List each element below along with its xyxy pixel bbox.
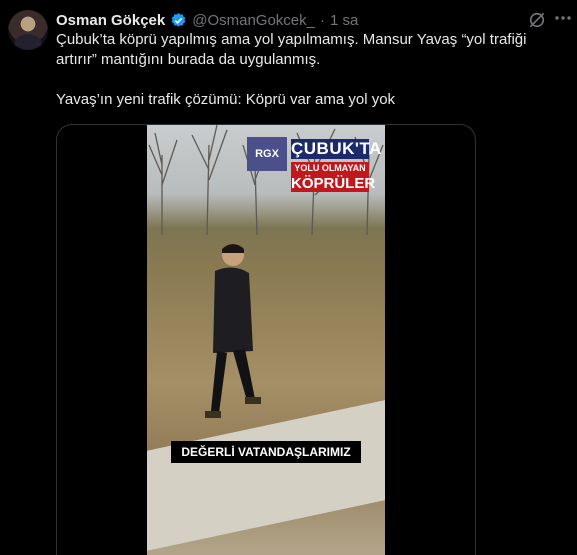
- tweet-text: Çubuk’ta köprü yapılmış ama yol yapılmam…: [56, 30, 556, 110]
- media-container[interactable]: RGX ÇUBUK'TA YOLU OLMAYAN KÖPRÜLER DEĞER…: [56, 124, 476, 555]
- author-name[interactable]: Osman Gökçek: [56, 12, 165, 29]
- tweet-timestamp[interactable]: 1 sa: [330, 12, 358, 29]
- video-headline: ÇUBUK'TA YOLU OLMAYAN KÖPRÜLER: [291, 139, 382, 201]
- tweet-header: Osman Gökçek @OsmanGokcek_ · 1 sa: [56, 10, 537, 30]
- tweet-text-line-2: Yavaş’ın yeni trafik çözümü: Köprü var a…: [56, 91, 396, 108]
- grok-icon[interactable]: [527, 10, 547, 30]
- verified-badge-icon: [171, 12, 186, 27]
- headline-line-3: KÖPRÜLER: [291, 175, 376, 192]
- tweet-text-line-1: Çubuk’ta köprü yapılmış ama yol yapılmam…: [56, 31, 527, 68]
- author-handle[interactable]: @OsmanGokcek_: [192, 12, 315, 29]
- person-figure: [205, 244, 261, 418]
- headline-line-2: YOLU OLMAYAN: [291, 162, 369, 175]
- header-separator: ·: [320, 11, 325, 29]
- channel-logo: RGX: [247, 137, 287, 171]
- video-player[interactable]: RGX ÇUBUK'TA YOLU OLMAYAN KÖPRÜLER DEĞER…: [147, 125, 385, 555]
- more-options-icon[interactable]: [553, 8, 573, 28]
- video-caption: DEĞERLİ VATANDAŞLARIMIZ: [171, 441, 361, 463]
- headline-line-1: ÇUBUK'TA: [291, 139, 382, 159]
- author-avatar[interactable]: [8, 10, 48, 50]
